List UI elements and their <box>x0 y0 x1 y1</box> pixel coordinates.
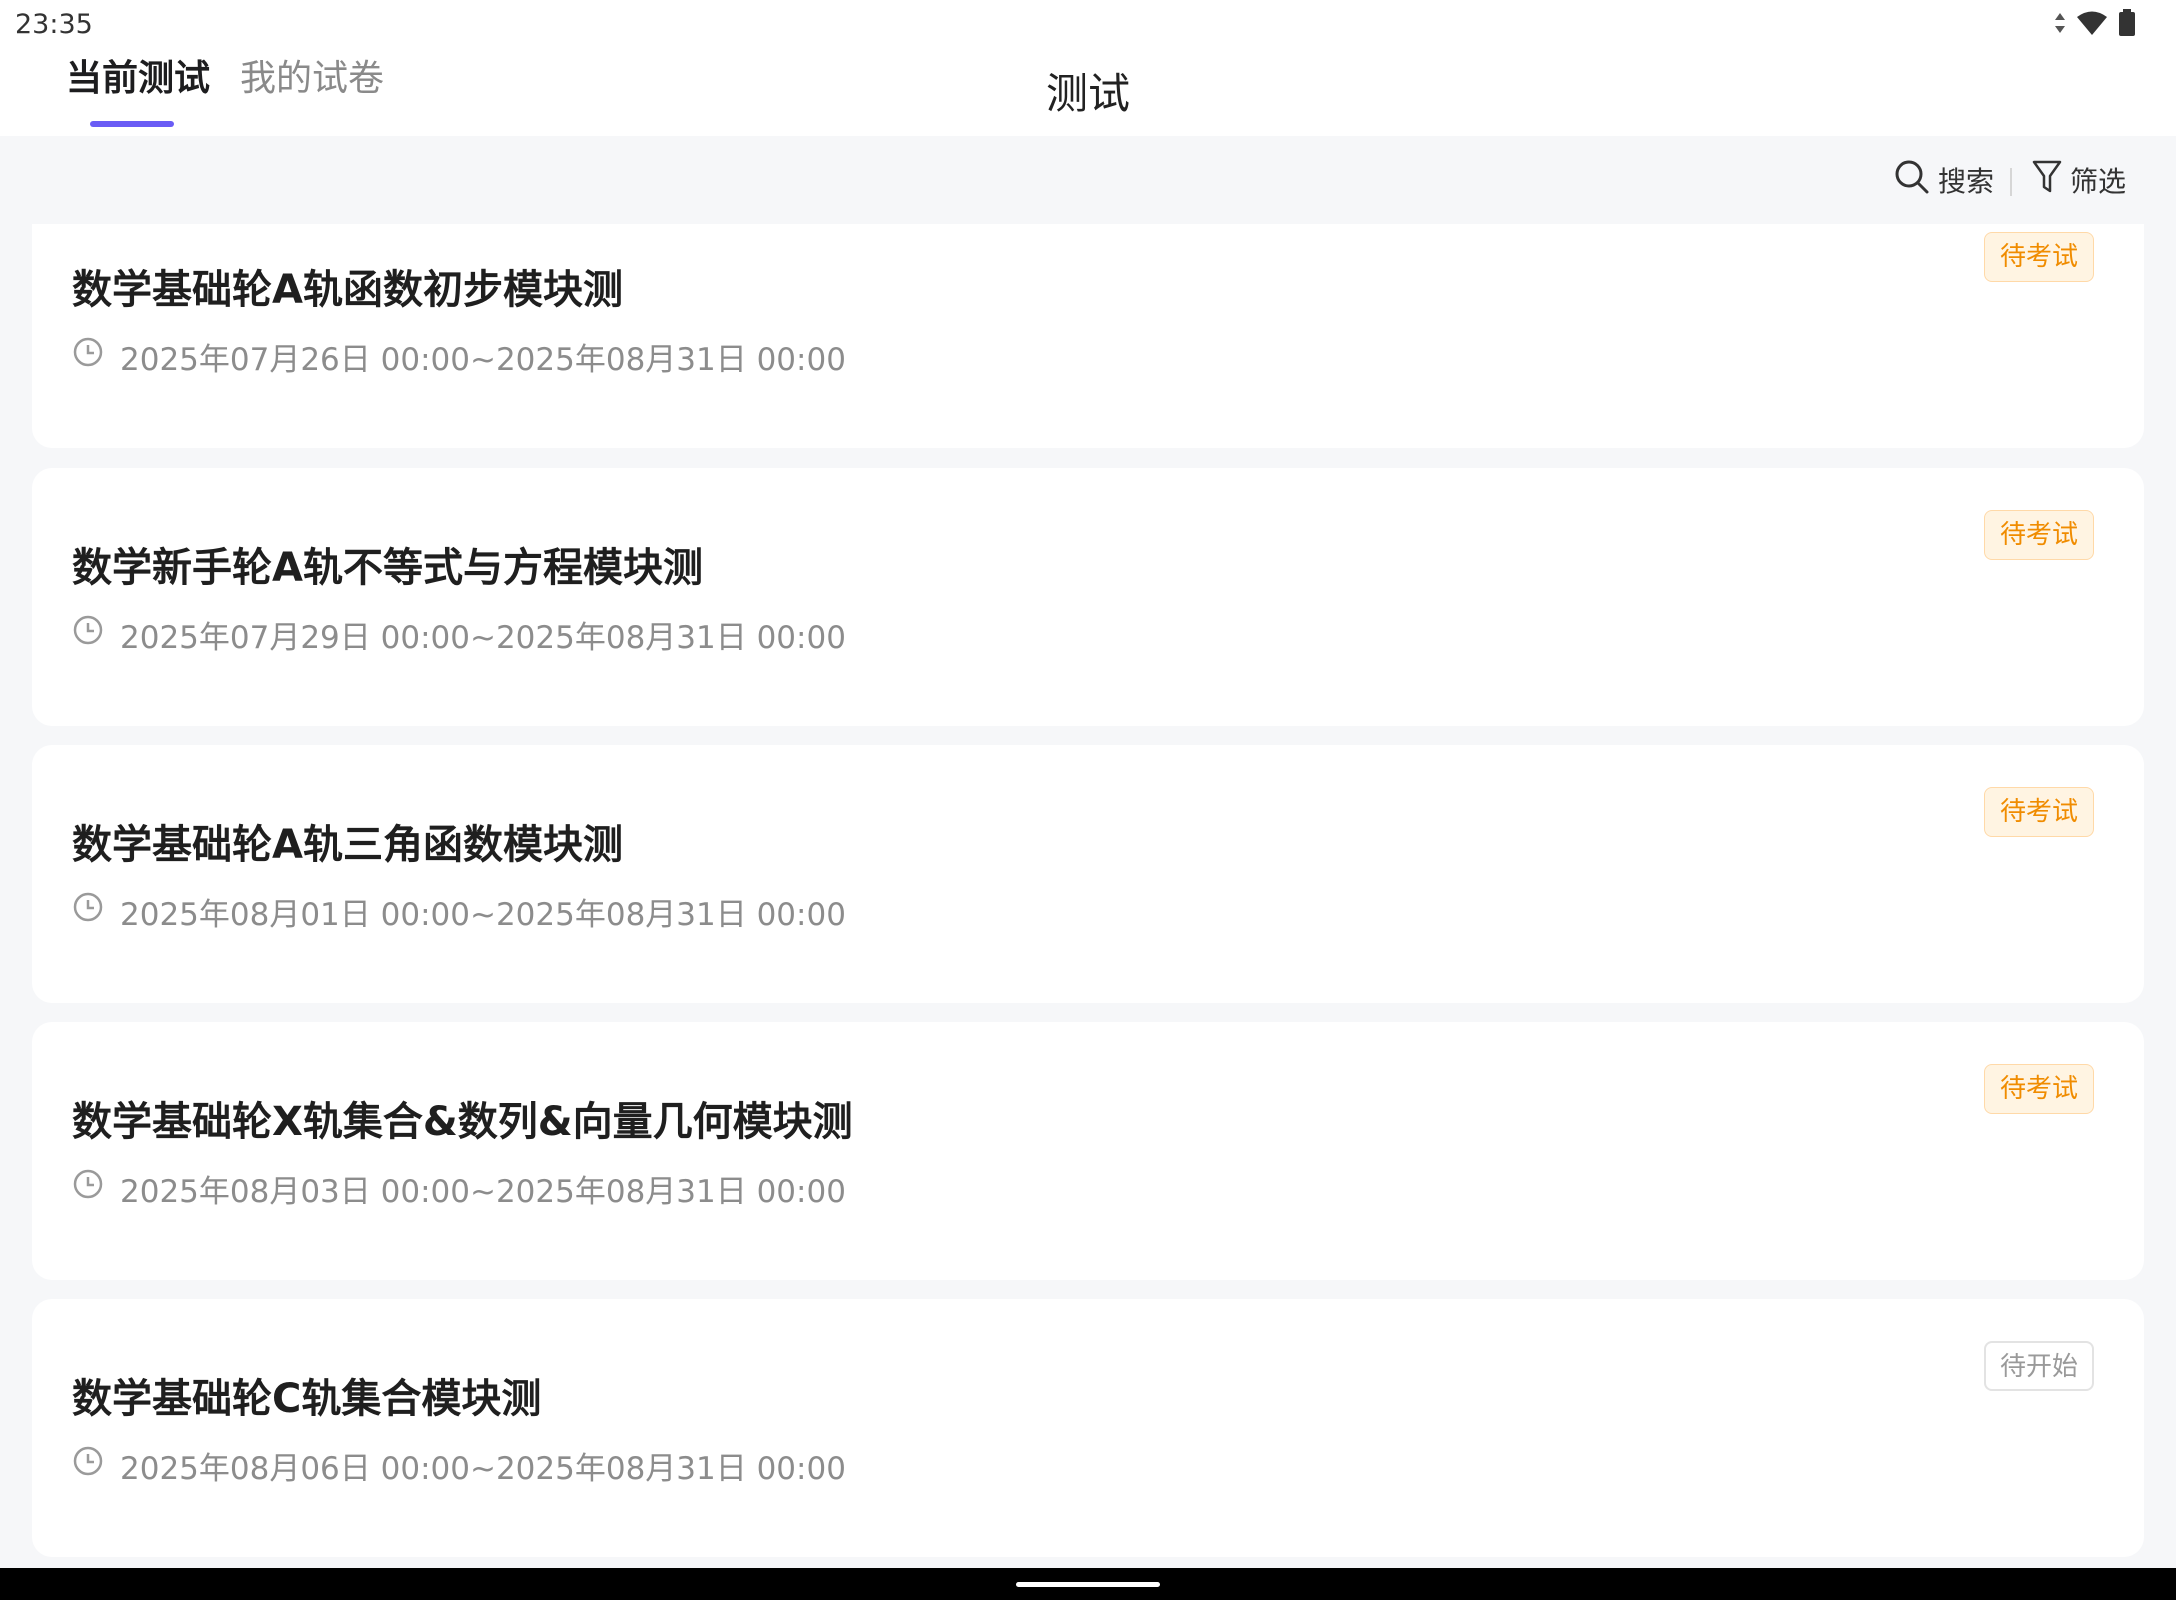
exam-time: 2025年07月26日 00:00~2025年08月31日 00:00 <box>72 336 846 378</box>
tab-my-papers[interactable]: 我的试卷 <box>240 54 384 104</box>
system-nav-bar <box>0 1568 2176 1600</box>
clock-icon <box>72 1445 104 1485</box>
status-badge: 待考试 <box>1984 232 2094 282</box>
exam-card[interactable]: 数学基础轮C轨集合模块测 2025年08月06日 00:00~2025年08月3… <box>32 1299 2144 1557</box>
clock-icon <box>72 614 104 654</box>
toolbar-divider <box>2010 168 2012 196</box>
toolbar: 搜索 筛选 <box>0 136 2176 224</box>
battery-icon <box>2118 9 2136 41</box>
exam-time: 2025年08月01日 00:00~2025年08月31日 00:00 <box>72 891 846 933</box>
exam-title: 数学基础轮A轨函数初步模块测 <box>72 267 623 313</box>
exam-time: 2025年08月03日 00:00~2025年08月31日 00:00 <box>72 1168 846 1210</box>
exam-card[interactable]: 数学基础轮A轨三角函数模块测 2025年08月01日 00:00~2025年08… <box>32 745 2144 1003</box>
exam-time-text: 2025年07月29日 00:00~2025年08月31日 00:00 <box>120 619 846 656</box>
app-header: 23:35 当前测试 我的试卷 测试 <box>0 0 2176 136</box>
clock-icon <box>72 1168 104 1208</box>
exam-list: 数学基础轮A轨函数初步模块测 2025年07月26日 00:00~2025年08… <box>0 224 2176 1568</box>
filter-button[interactable]: 筛选 <box>2032 156 2126 204</box>
exam-time-text: 2025年08月03日 00:00~2025年08月31日 00:00 <box>120 1173 846 1210</box>
status-badge: 待考试 <box>1984 510 2094 560</box>
home-indicator[interactable] <box>1016 1582 1160 1587</box>
status-icons <box>2054 8 2136 42</box>
wifi-icon <box>2076 10 2108 40</box>
exam-time-text: 2025年08月01日 00:00~2025年08月31日 00:00 <box>120 896 846 933</box>
tab-current-tests[interactable]: 当前测试 <box>66 54 210 104</box>
clock-icon <box>72 336 104 376</box>
clock-icon <box>72 891 104 931</box>
status-time: 23:35 <box>15 9 93 40</box>
status-badge: 待考试 <box>1984 1064 2094 1114</box>
active-tab-indicator <box>90 121 174 127</box>
page-title: 测试 <box>1045 69 1130 118</box>
exam-title: 数学基础轮C轨集合模块测 <box>72 1376 542 1422</box>
filter-icon <box>2032 159 2062 202</box>
status-badge: 待考试 <box>1984 787 2094 837</box>
exam-title: 数学基础轮A轨三角函数模块测 <box>72 822 623 868</box>
exam-card[interactable]: 数学基础轮A轨函数初步模块测 2025年07月26日 00:00~2025年08… <box>32 224 2144 448</box>
exam-title: 数学基础轮X轨集合&数列&向量几何模块测 <box>72 1099 853 1145</box>
exam-time-text: 2025年07月26日 00:00~2025年08月31日 00:00 <box>120 341 846 378</box>
search-icon <box>1894 159 1930 202</box>
exam-card[interactable]: 数学新手轮A轨不等式与方程模块测 2025年07月29日 00:00~2025年… <box>32 468 2144 726</box>
search-button[interactable]: 搜索 <box>1894 156 1994 204</box>
status-badge: 待开始 <box>1984 1341 2094 1391</box>
filter-label: 筛选 <box>2070 165 2127 198</box>
data-arrows-icon <box>2054 12 2066 38</box>
search-label: 搜索 <box>1938 165 1995 198</box>
exam-card[interactable]: 数学基础轮X轨集合&数列&向量几何模块测 2025年08月03日 00:00~2… <box>32 1022 2144 1280</box>
exam-time-text: 2025年08月06日 00:00~2025年08月31日 00:00 <box>120 1450 846 1487</box>
exam-title: 数学新手轮A轨不等式与方程模块测 <box>72 545 703 591</box>
exam-time: 2025年07月29日 00:00~2025年08月31日 00:00 <box>72 614 846 656</box>
exam-time: 2025年08月06日 00:00~2025年08月31日 00:00 <box>72 1445 846 1487</box>
